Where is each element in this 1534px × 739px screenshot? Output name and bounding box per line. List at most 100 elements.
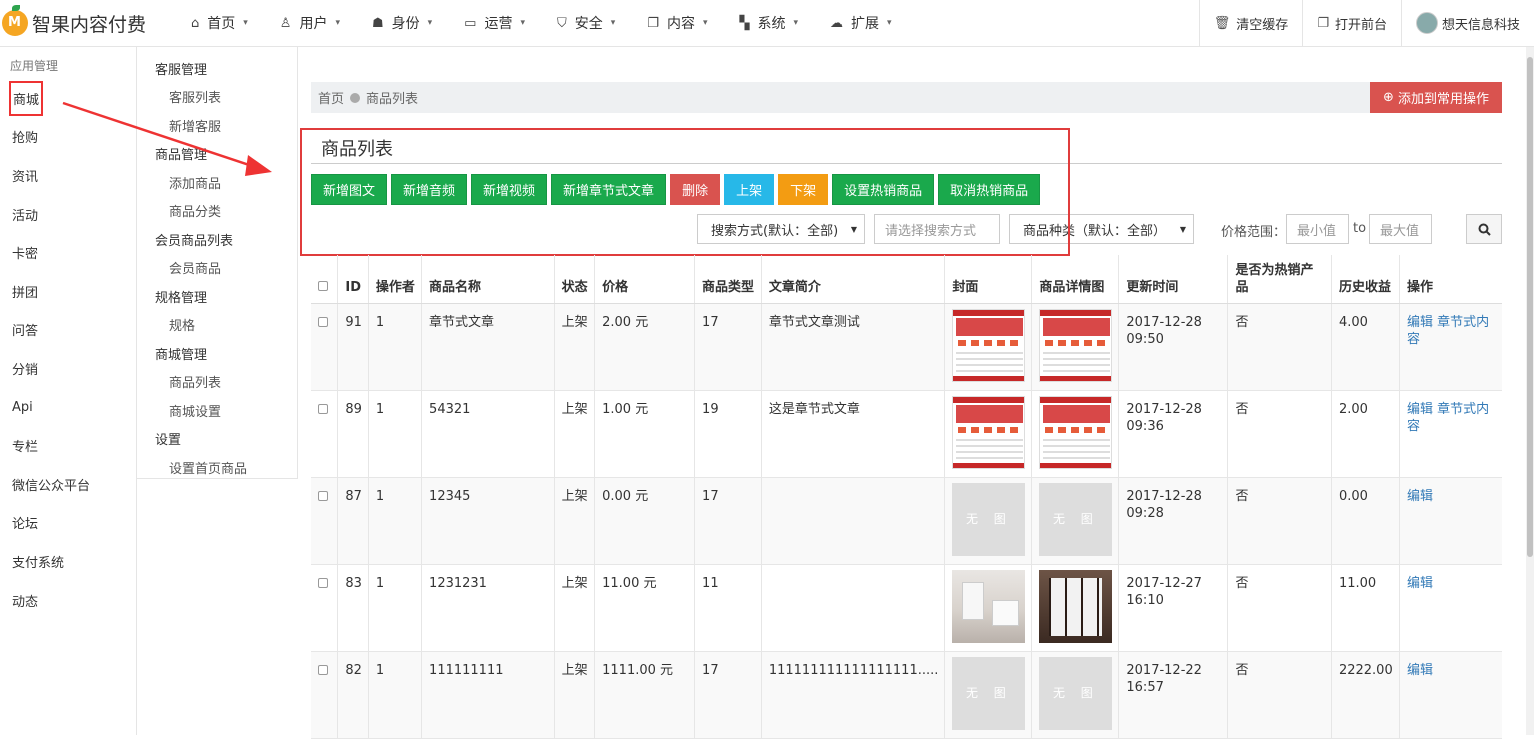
sidebar-item-column[interactable]: 专栏: [0, 426, 136, 465]
sidebar-item-group-buy[interactable]: 拼团: [0, 272, 136, 311]
sidebar-item-news[interactable]: 资讯: [0, 156, 136, 195]
cell-actions: 编辑: [1398, 477, 1502, 565]
submenu-link[interactable]: 新增客服: [137, 111, 297, 140]
search-mode-value: 搜索方式(默认：全部): [711, 223, 839, 239]
product-image[interactable]: [1039, 569, 1113, 643]
cell-name: 章节式文章: [421, 303, 555, 391]
sidebar-item-distribution[interactable]: 分销: [0, 349, 136, 388]
nav-operation[interactable]: ▭ 运营 ▾: [448, 0, 541, 47]
user-menu[interactable]: 想天信息科技: [1400, 0, 1534, 47]
sidebar-item-label: 专栏: [12, 440, 39, 456]
submenu-link[interactable]: 商品分类: [137, 197, 297, 226]
sidebar-item-wechat[interactable]: 微信公众平台: [0, 465, 136, 504]
submenu-link[interactable]: 会员商品: [137, 254, 297, 283]
sidebar-item-mall[interactable]: 商城: [0, 79, 136, 118]
product-image[interactable]: [952, 569, 1026, 643]
clear-cache-button[interactable]: 🗑 清空缓存: [1198, 0, 1303, 47]
sidebar-item-api[interactable]: Api: [0, 388, 136, 427]
page-scrollbar[interactable]: [1526, 47, 1534, 735]
cell-cover: [944, 390, 1032, 478]
search-mode-select[interactable]: 搜索方式(默认：全部) ▼: [697, 214, 865, 244]
top-bar: 智果内容付费 ⌂ 首页 ▾ ♙ 用户 ▾ ☗ 身份 ▾ ▭ 运营 ▾ ⛉ 安全 ▾ ❐ 内容 ▾ ▚ 系统…: [0, 0, 1534, 47]
edit-link[interactable]: 编辑: [1407, 489, 1433, 504]
delete-button[interactable]: 删除: [670, 174, 721, 205]
cell-name: 111111111: [421, 651, 555, 739]
sidebar-item-flash-sale[interactable]: 抢购: [0, 118, 136, 157]
app-logo[interactable]: 智果内容付费: [0, 5, 175, 37]
sidebar-item-card-code[interactable]: 卡密: [0, 233, 136, 272]
submenu-link[interactable]: 添加商品: [137, 168, 297, 197]
cell-id: 83: [337, 564, 369, 652]
open-front-label: 打开前台: [1334, 17, 1387, 33]
product-image[interactable]: [1039, 395, 1113, 469]
nav-label: 首页: [207, 16, 236, 32]
nav-identity[interactable]: ☗ 身份 ▾: [356, 0, 448, 47]
nav-home[interactable]: ⌂ 首页 ▾: [175, 0, 264, 47]
add-video-button[interactable]: 新增视频: [471, 174, 548, 205]
search-input[interactable]: 请选择搜索方式: [874, 214, 1000, 244]
cell-id: 82: [337, 651, 369, 739]
cell-operator: 1: [367, 390, 422, 478]
nav-extension[interactable]: ☁ 扩展 ▾: [814, 0, 908, 47]
min-price-input[interactable]: 最小值: [1286, 214, 1349, 244]
row-checkbox[interactable]: [311, 651, 338, 739]
chevron-down-icon: ▾: [793, 18, 799, 28]
sidebar-item-payment[interactable]: 支付系统: [0, 542, 136, 581]
edit-link[interactable]: 编辑: [1407, 402, 1433, 417]
search-placeholder: 请选择搜索方式: [885, 223, 977, 239]
cell-status: 上架: [553, 564, 595, 652]
add-article-button[interactable]: 新增图文: [311, 174, 388, 205]
row-checkbox[interactable]: [311, 303, 338, 391]
row-checkbox[interactable]: [311, 564, 338, 652]
cell-type: 17: [694, 477, 762, 565]
edit-link[interactable]: 编辑: [1407, 663, 1433, 678]
nav-label: 扩展: [851, 16, 880, 32]
cell-income: 0.00: [1330, 477, 1400, 565]
submenu-link[interactable]: 商城设置: [137, 396, 297, 425]
nav-user[interactable]: ♙ 用户 ▾: [264, 0, 356, 47]
sidebar-item-events[interactable]: 活动: [0, 195, 136, 234]
product-image[interactable]: [952, 395, 1026, 469]
submenu-link[interactable]: 客服列表: [137, 83, 297, 112]
cell-name: 12345: [421, 477, 555, 565]
nav-content[interactable]: ❐ 内容 ▾: [631, 0, 723, 47]
edit-link[interactable]: 编辑: [1407, 315, 1433, 330]
nav-system[interactable]: ▚ 系统 ▾: [723, 0, 814, 47]
product-image[interactable]: [1039, 308, 1113, 382]
select-all-checkbox[interactable]: [311, 255, 338, 304]
scrollbar-thumb[interactable]: [1527, 57, 1533, 557]
submenu-link[interactable]: 规格: [137, 311, 297, 340]
add-to-common-button[interactable]: ⊕ 添加到常用操作: [1370, 82, 1502, 113]
cancel-hot-button[interactable]: 取消热销商品: [938, 174, 1041, 205]
submenu-link[interactable]: 商品列表: [137, 368, 297, 397]
sidebar-item-qa[interactable]: 问答: [0, 311, 136, 350]
submenu-link[interactable]: 设置首页商品: [137, 453, 297, 482]
row-checkbox[interactable]: [311, 390, 338, 478]
price-range-label: 价格范围：: [1221, 225, 1287, 240]
on-shelf-button[interactable]: 上架: [724, 174, 775, 205]
add-audio-button[interactable]: 新增音频: [391, 174, 468, 205]
column-header: 商品类型: [694, 255, 762, 304]
max-price-input[interactable]: 最大值: [1369, 214, 1432, 244]
cell-updated: 2017-12-28 09:36: [1118, 390, 1228, 478]
add-chapter-article-button[interactable]: 新增章节式文章: [551, 174, 667, 205]
set-hot-button[interactable]: 设置热销商品: [832, 174, 935, 205]
nav-label: 运营: [484, 16, 513, 32]
shield-icon: ⛉: [557, 15, 567, 31]
category-select[interactable]: 商品种类（默认：全部） ▼: [1009, 214, 1194, 244]
nav-security[interactable]: ⛉ 安全 ▾: [541, 0, 631, 47]
off-shelf-button[interactable]: 下架: [778, 174, 829, 205]
chevron-down-icon: ▾: [702, 18, 708, 28]
product-image[interactable]: [952, 308, 1026, 382]
breadcrumb-home[interactable]: 首页: [318, 88, 344, 107]
column-header: 状态: [553, 255, 595, 304]
cell-detail-image: [1031, 564, 1119, 652]
sidebar-item-forum[interactable]: 论坛: [0, 504, 136, 543]
edit-link[interactable]: 编辑: [1407, 576, 1433, 591]
cell-detail-image: 无 图: [1031, 651, 1119, 739]
row-checkbox[interactable]: [311, 477, 338, 565]
open-front-button[interactable]: ❐ 打开前台: [1302, 0, 1401, 47]
sidebar-item-feed[interactable]: 动态: [0, 581, 136, 620]
cell-name: 54321: [421, 390, 555, 478]
search-button[interactable]: [1466, 214, 1502, 244]
